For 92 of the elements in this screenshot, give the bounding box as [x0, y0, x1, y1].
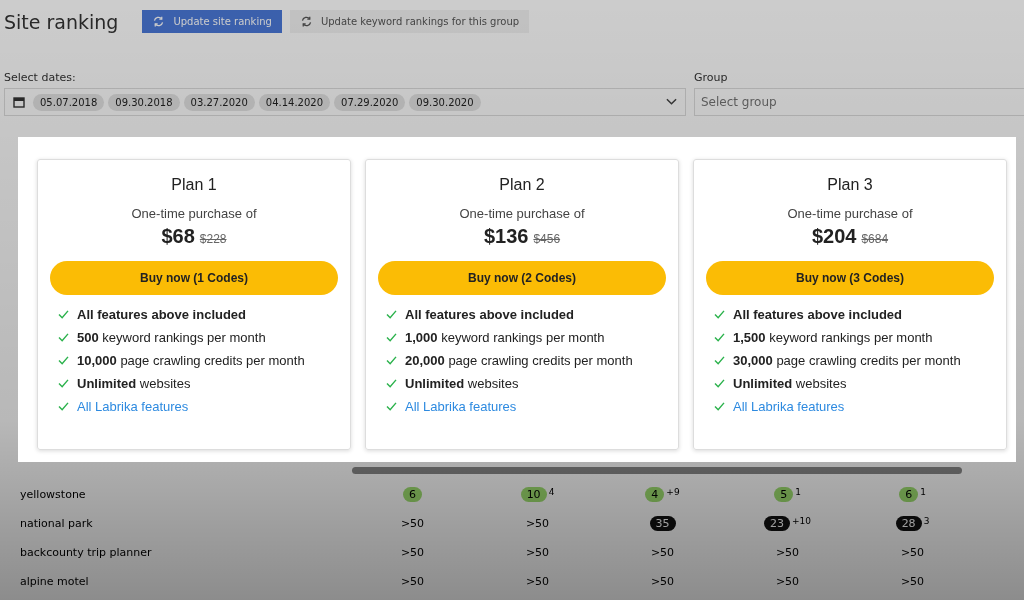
position-value: 4: [645, 487, 665, 502]
position-value: >50: [524, 545, 551, 560]
position-change: +10: [792, 516, 811, 526]
feature-text: Unlimited websites: [77, 376, 191, 391]
plan-name: Plan 2: [499, 176, 545, 194]
feature-text: All features above included: [405, 307, 575, 322]
features-link[interactable]: All Labrika features: [77, 399, 189, 414]
check-icon: [386, 379, 397, 388]
position-value: >50: [774, 545, 801, 560]
check-icon: [58, 333, 69, 342]
buy-button[interactable]: Buy now (1 Codes): [50, 261, 338, 295]
feature-text: 20,000 page crawling credits per month: [405, 353, 633, 368]
buy-button[interactable]: Buy now (2 Codes): [378, 261, 666, 295]
check-icon: [386, 356, 397, 365]
check-icon: [714, 310, 725, 319]
position-value: >50: [399, 574, 426, 589]
position-value: 28: [895, 516, 922, 531]
position-change: +9: [666, 487, 680, 497]
position-value: >50: [524, 516, 551, 531]
refresh-icon: [299, 15, 313, 28]
position-change: 1: [795, 487, 801, 497]
position-value: >50: [649, 574, 676, 589]
position-change: 4: [548, 487, 555, 497]
position-value: >50: [524, 574, 551, 589]
check-icon: [58, 402, 69, 411]
position-value: >50: [649, 545, 676, 560]
position-value: 10: [520, 487, 547, 502]
feature-text: All features above included: [77, 307, 247, 322]
features-link[interactable]: All Labrika features: [405, 399, 517, 414]
old-price: $228: [199, 232, 227, 246]
date-chip[interactable]: 07.29.2020: [334, 93, 406, 111]
update-button[interactable]: Update site ranking: [142, 10, 282, 33]
check-icon: [386, 333, 397, 342]
feature-text: 1,000 keyword rankings per month: [405, 330, 605, 345]
feature-text: 500 keyword rankings per month: [77, 330, 266, 345]
check-icon: [386, 402, 397, 411]
price: $136: [483, 225, 529, 248]
plan-name: Plan 1: [171, 176, 217, 194]
check-icon: [714, 379, 725, 388]
date-chip[interactable]: 03.27.2020: [183, 93, 255, 111]
position-value: >50: [899, 545, 926, 560]
group-select[interactable]: Select group: [694, 88, 1024, 116]
plan-subtitle: One-time purchase of: [787, 206, 913, 221]
keyword-cell-text: yellowstone: [20, 488, 87, 501]
date-chip[interactable]: 04.14.2020: [258, 93, 331, 111]
position-value: >50: [899, 574, 926, 589]
chevron-down-icon: [666, 98, 677, 106]
price: $204: [811, 225, 857, 248]
position-change: 3: [923, 516, 930, 526]
old-price: $456: [533, 232, 561, 246]
calendar-icon: [13, 96, 25, 108]
position-change: 1: [920, 487, 926, 497]
position-value: 35: [649, 516, 676, 531]
check-icon: [58, 356, 69, 365]
position-value: >50: [399, 545, 426, 560]
feature-text: Unlimited websites: [733, 376, 847, 391]
old-price: $684: [861, 232, 889, 246]
check-icon: [58, 310, 69, 319]
position-value: >50: [399, 516, 426, 531]
check-icon: [386, 310, 397, 319]
position-value: 23: [764, 516, 790, 531]
plan-name: Plan 3: [827, 176, 873, 194]
position-value: 6: [403, 487, 422, 502]
plan-subtitle: One-time purchase of: [459, 206, 585, 221]
feature-text: 1,500 keyword rankings per month: [733, 330, 933, 345]
keyword-cell-text: national park: [20, 517, 94, 530]
date-chip[interactable]: 09.30.2018: [108, 93, 180, 111]
check-icon: [58, 379, 69, 388]
keyword-cell-text: alpine motel: [20, 575, 90, 588]
date-select[interactable]: 05.07.2018 09.30.2018 03.27.2020 04.14.2020 07.29.2020 09.30.2020: [4, 88, 686, 116]
price: $68: [161, 225, 195, 248]
keyword-cell-text: backcounty trip planner: [20, 546, 153, 559]
refresh-icon: [152, 15, 166, 28]
feature-text: All features above included: [733, 307, 903, 322]
scrollbar[interactable]: [352, 467, 962, 474]
feature-text: 10,000 page crawling credits per month: [77, 353, 305, 368]
field-label: Group: [694, 71, 729, 84]
feature-text: Unlimited websites: [405, 376, 519, 391]
page-title: Site ranking: [4, 10, 119, 33]
check-icon: [714, 356, 725, 365]
buy-button[interactable]: Buy now (3 Codes): [706, 261, 994, 295]
feature-text: 30,000 page crawling credits per month: [733, 353, 961, 368]
date-chip[interactable]: 09.30.2020: [409, 93, 481, 111]
date-chip[interactable]: 05.07.2018: [33, 93, 105, 111]
position-value: 6: [899, 487, 919, 502]
plan-subtitle: One-time purchase of: [131, 206, 257, 221]
check-icon: [714, 402, 725, 411]
features-link[interactable]: All Labrika features: [733, 399, 845, 414]
field-label: Select dates:: [4, 71, 77, 84]
position-value: 5: [774, 487, 794, 502]
position-value: >50: [774, 574, 801, 589]
check-icon: [714, 333, 725, 342]
